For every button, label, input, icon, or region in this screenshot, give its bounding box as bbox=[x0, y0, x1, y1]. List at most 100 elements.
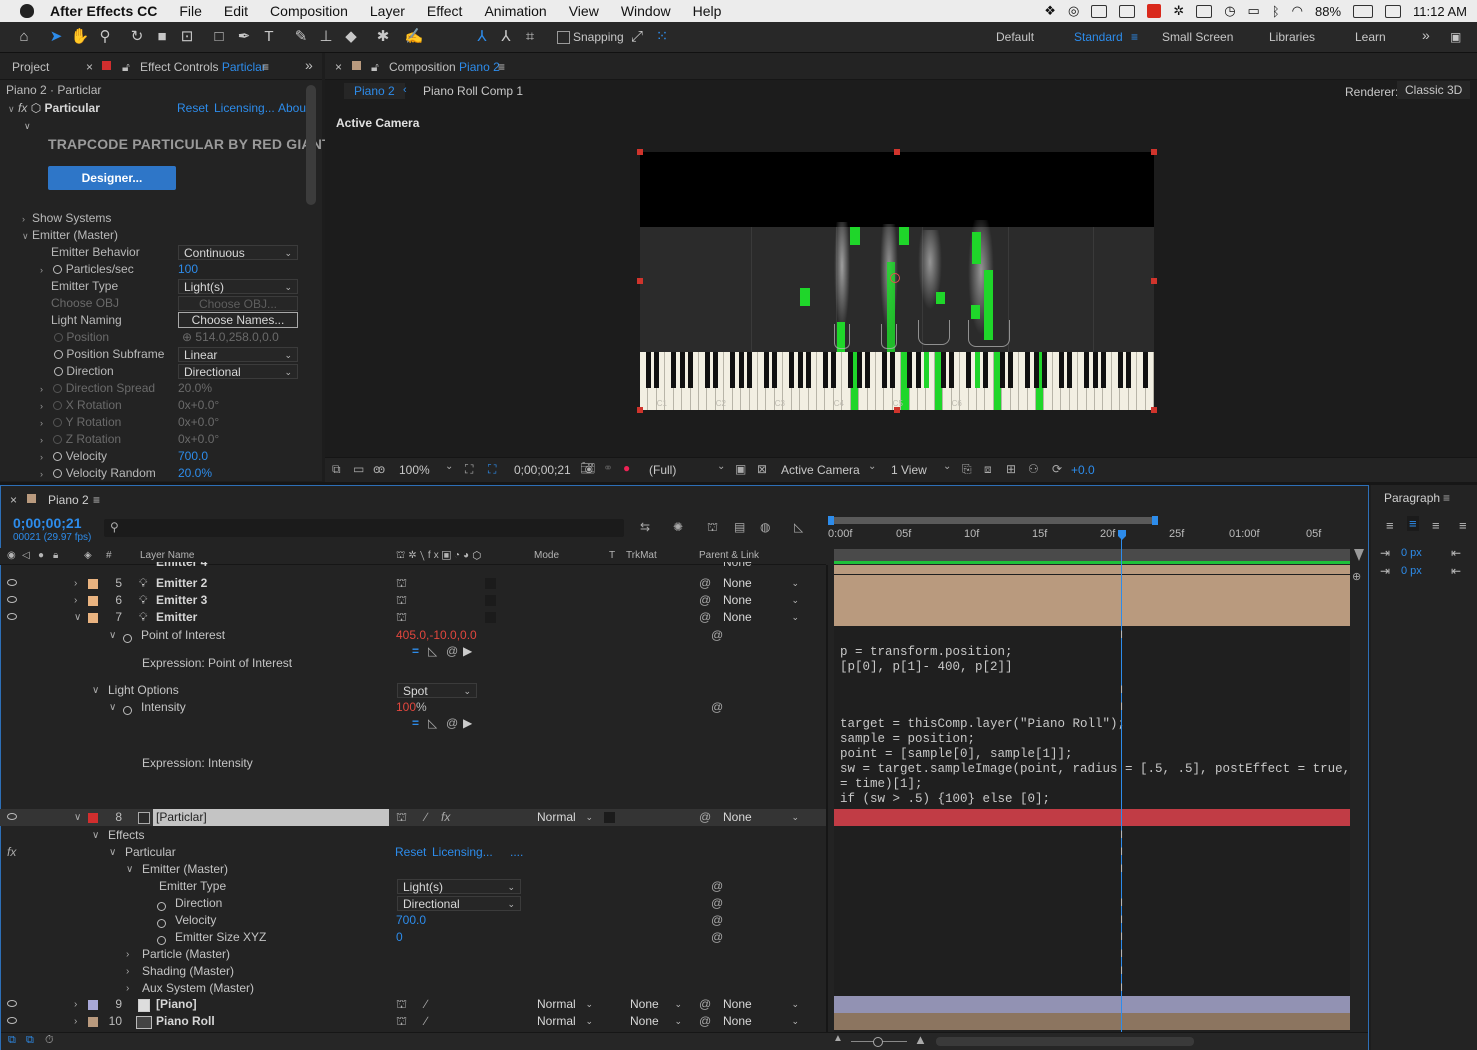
parent-dropdown[interactable]: None ⌄ bbox=[718, 593, 804, 608]
layer-bar[interactable] bbox=[834, 592, 1350, 609]
pickwhip-icon[interactable]: @ bbox=[711, 895, 723, 912]
expand-chevron-icon[interactable]: › bbox=[74, 575, 77, 592]
breadcrumb-piano2[interactable]: Piano 2 bbox=[344, 83, 405, 99]
app-status-icon[interactable] bbox=[1091, 4, 1108, 18]
stopwatch-icon[interactable] bbox=[54, 350, 63, 359]
layer-row-emitter3[interactable]: › 6 💡︎ Emitter 3 ⛫ @ None ⌄ bbox=[0, 592, 826, 609]
clone-stamp-tool-icon[interactable]: ⊥ bbox=[316, 27, 336, 47]
close-tab-icon[interactable]: × bbox=[10, 493, 17, 507]
hand-tool-icon[interactable]: ✋ bbox=[70, 27, 90, 47]
light-type-dropdown[interactable]: Spot ⌄ bbox=[397, 683, 477, 698]
layer-bar[interactable] bbox=[834, 565, 1350, 574]
always-preview-icon[interactable]: ⧉ bbox=[332, 462, 341, 477]
home-icon[interactable]: ⌂ bbox=[14, 27, 34, 47]
transparency-icon[interactable]: ⊠ bbox=[757, 462, 767, 476]
zoom-slider-thumb[interactable] bbox=[873, 1037, 883, 1047]
time-ruler[interactable]: 0:00f 05f 10f 15f 20f 25f 01:00f 05f bbox=[828, 515, 1352, 547]
particular-effect-row[interactable]: fx ∨ Particular Reset Licensing... .... bbox=[0, 844, 826, 861]
zoom-dropdown[interactable]: 100% bbox=[399, 463, 430, 477]
handle[interactable] bbox=[1151, 407, 1157, 413]
align-right-icon[interactable]: ≡ bbox=[1432, 518, 1440, 533]
label-swatch[interactable] bbox=[88, 596, 98, 606]
direction-spread-row[interactable]: › Direction Spread bbox=[40, 380, 155, 397]
menu-window[interactable]: Window bbox=[621, 3, 671, 19]
graph-editor-icon[interactable]: ◺ bbox=[794, 520, 803, 534]
mode-dropdown[interactable]: Normal ⌄ bbox=[532, 810, 598, 825]
expand-chevron-icon[interactable]: › bbox=[126, 980, 129, 997]
apple-icon[interactable] bbox=[20, 4, 34, 18]
label-swatch[interactable] bbox=[88, 1000, 98, 1010]
more-workspaces-icon[interactable]: » bbox=[1422, 27, 1430, 43]
timeline-timecode[interactable]: 0;00;00;21 bbox=[13, 515, 82, 531]
handle[interactable] bbox=[894, 149, 900, 155]
label-swatch[interactable] bbox=[88, 579, 98, 589]
transparency-grid-icon[interactable]: ⛶ bbox=[488, 462, 496, 477]
indent-left-value[interactable]: 0 px bbox=[1401, 547, 1422, 559]
3d-switch[interactable] bbox=[485, 578, 496, 589]
wifi-icon[interactable]: ◠ bbox=[1292, 3, 1303, 19]
quality-icon[interactable]: ∕ bbox=[425, 1013, 427, 1030]
velocity-random-value[interactable]: 20.0% bbox=[178, 465, 212, 482]
time-machine-icon[interactable]: ◷ bbox=[1224, 3, 1235, 19]
parent-dropdown[interactable]: None ⌄ bbox=[718, 810, 804, 825]
licensing-link[interactable]: Licensing... bbox=[432, 844, 493, 861]
velocity-value[interactable]: 700.0 bbox=[178, 448, 208, 465]
velocity-row[interactable]: › Velocity bbox=[40, 448, 107, 465]
emitter-size-row[interactable]: Emitter Size XYZ 0 @ bbox=[0, 929, 826, 946]
point-of-interest-row[interactable]: ∨ Point of Interest 405.0,-10.0,0.0 @ bbox=[0, 627, 826, 644]
pan-behind-tool-icon[interactable]: ⊡ bbox=[177, 27, 197, 47]
motion-blur-icon[interactable]: ◍ bbox=[760, 520, 770, 534]
handle[interactable] bbox=[637, 149, 643, 155]
work-area-start[interactable] bbox=[828, 516, 834, 525]
roto-brush-tool-icon[interactable]: ✱ bbox=[373, 27, 393, 47]
views-chevron-icon[interactable]: ⌄ bbox=[943, 461, 951, 472]
layer-name-column[interactable]: Layer Name bbox=[140, 550, 194, 561]
trkmat-column[interactable]: TrkMat bbox=[626, 550, 657, 561]
direction-dropdown[interactable]: Directional ⌄ bbox=[397, 896, 521, 911]
layer-name-particlar[interactable]: [Particlar] bbox=[153, 809, 389, 826]
collapse-chevron-icon[interactable]: ∨ bbox=[92, 682, 99, 699]
keyframe-marker-icon[interactable]: I bbox=[1118, 702, 1125, 713]
timeline-icon[interactable]: ⊞ bbox=[1006, 462, 1016, 476]
shy-icon[interactable]: ⛫ bbox=[396, 592, 407, 609]
flowchart-icon[interactable]: ⚇ bbox=[1028, 462, 1039, 476]
position-subframe-dropdown[interactable]: Linear ⌄ bbox=[178, 347, 298, 362]
creative-cloud-icon[interactable]: ◎ bbox=[1068, 3, 1079, 19]
keyframe-marker-icon[interactable]: I bbox=[1118, 685, 1125, 696]
panel-menu-icon[interactable]: ≡ bbox=[1443, 491, 1450, 505]
tab-piano2[interactable]: Piano 2 bbox=[48, 493, 89, 507]
effects-switch-icon[interactable]: fx bbox=[441, 809, 450, 826]
layer-bar[interactable] bbox=[834, 996, 1350, 1013]
pickwhip-icon[interactable]: @ bbox=[699, 609, 711, 626]
direction-row[interactable]: Direction Directional ⌄ @ bbox=[0, 895, 826, 912]
point-of-interest-value[interactable]: 405.0,-10.0,0.0 bbox=[396, 627, 477, 644]
panel-menu-icon[interactable]: ≡ bbox=[262, 60, 269, 74]
puppet-tool-icon[interactable]: ✍ bbox=[404, 27, 424, 47]
layer-switches-icon[interactable]: ⧉ bbox=[8, 1034, 16, 1047]
keyframe-marker-icon[interactable]: I bbox=[1118, 864, 1125, 875]
composition-canvas[interactable]: C1 C2 C3 C4 C5 C6 bbox=[640, 152, 1154, 410]
aux-master-row[interactable]: › Aux System (Master) bbox=[0, 980, 826, 997]
justify-icon[interactable]: ≡ bbox=[1459, 518, 1467, 533]
first-line-indent-value[interactable]: 0 px bbox=[1401, 565, 1422, 577]
show-snapshot-icon[interactable]: ⚭ bbox=[603, 461, 613, 475]
collapse-chevron-icon[interactable]: ∨ bbox=[92, 827, 99, 844]
menu-animation[interactable]: Animation bbox=[484, 3, 546, 19]
keyframe-marker-icon[interactable]: I bbox=[1118, 966, 1125, 977]
mode-column[interactable]: Mode bbox=[534, 550, 559, 561]
toggle-pixel-aspect-icon[interactable]: ⎘ bbox=[962, 462, 972, 477]
expression-intensity-code[interactable]: target = thisComp.layer("Piano Roll"); s… bbox=[840, 717, 1348, 807]
battery-percent[interactable]: 88% bbox=[1315, 4, 1341, 19]
collapse-chevron-icon[interactable]: ∨ bbox=[109, 627, 116, 644]
zoom-in-icon[interactable]: ▲ bbox=[914, 1032, 927, 1047]
layer-row-emitter2[interactable]: › 5 💡︎ Emitter 2 ⛫ @ None ⌄ bbox=[0, 575, 826, 592]
local-axis-icon[interactable]: ⅄ bbox=[472, 27, 492, 47]
close-tab-icon[interactable]: × bbox=[335, 60, 342, 74]
trkmat-dropdown[interactable]: None ⌄ bbox=[625, 1014, 687, 1029]
resolution-chevron-icon[interactable]: ⌄ bbox=[717, 461, 725, 472]
eye-icon[interactable] bbox=[7, 813, 17, 820]
expand-panels-icon[interactable]: » bbox=[305, 57, 313, 73]
eye-icon[interactable] bbox=[7, 613, 17, 620]
tab-project[interactable]: Project bbox=[12, 60, 49, 74]
emitter-master-row[interactable]: ∨ Emitter (Master) bbox=[0, 861, 826, 878]
